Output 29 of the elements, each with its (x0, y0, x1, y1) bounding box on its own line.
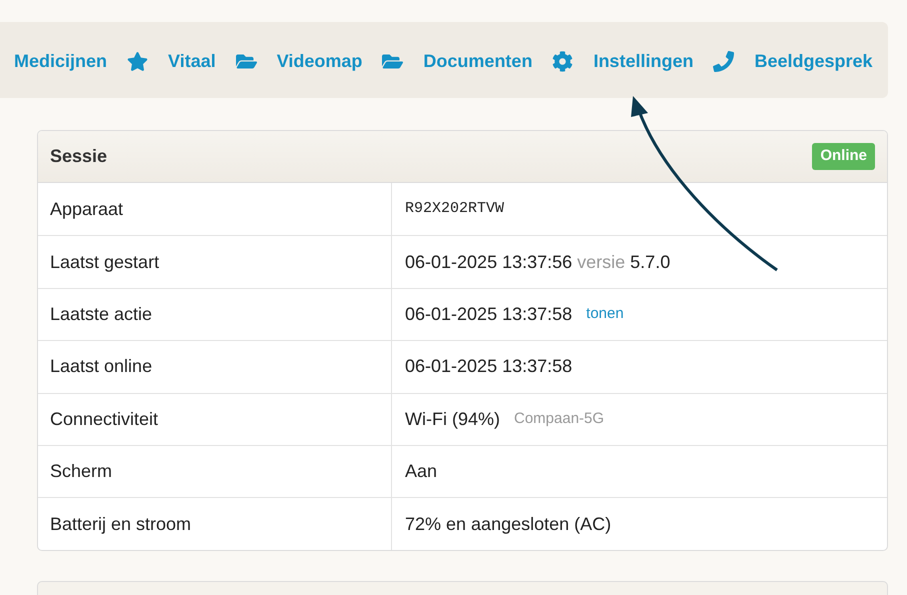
show-link[interactable]: tonen (586, 303, 624, 326)
cell-value: 06-01-2025 13:37:58 (405, 355, 572, 378)
card-title: Sessie (50, 145, 108, 168)
row-label: Laatste actie (50, 302, 152, 326)
cell-value: 06-01-2025 13:37:58 (405, 302, 572, 326)
status-badge: Online (812, 143, 875, 170)
nav-link[interactable]: Beeldgesprek (754, 48, 873, 74)
row-label: Laatst online (50, 355, 152, 378)
cell-value: 5.7.0 (630, 250, 670, 274)
nav-link[interactable]: Vitaal (168, 48, 216, 74)
row-label: Apparaat (50, 198, 124, 221)
row-label: Laatst gestart (50, 250, 160, 274)
nav-link[interactable]: Instellingen (593, 48, 694, 74)
cell-value: 06-01-2025 13:37:56 (405, 250, 572, 274)
cell-note: versie (577, 250, 626, 274)
cell-note: Compaan-5G (514, 409, 604, 429)
row-label: Connectiviteit (50, 408, 158, 431)
cell-value: Aan (405, 460, 438, 484)
nav-link[interactable]: Documenten (423, 48, 532, 74)
nav-link[interactable]: Videomap (276, 48, 362, 74)
settings-icon[interactable] (552, 50, 574, 72)
star-icon[interactable] (127, 50, 148, 72)
cell-value: R92X202RTVW (405, 198, 504, 219)
phone-icon[interactable] (713, 50, 734, 72)
row-label: Batterij en stroom (50, 512, 192, 536)
cell-value: Wi-Fi (94%) (405, 408, 500, 431)
cell-value: 72% en aangesloten (AC) (405, 512, 612, 536)
nav-link[interactable]: Medicijnen (14, 48, 108, 74)
row-label: Scherm (50, 460, 112, 484)
